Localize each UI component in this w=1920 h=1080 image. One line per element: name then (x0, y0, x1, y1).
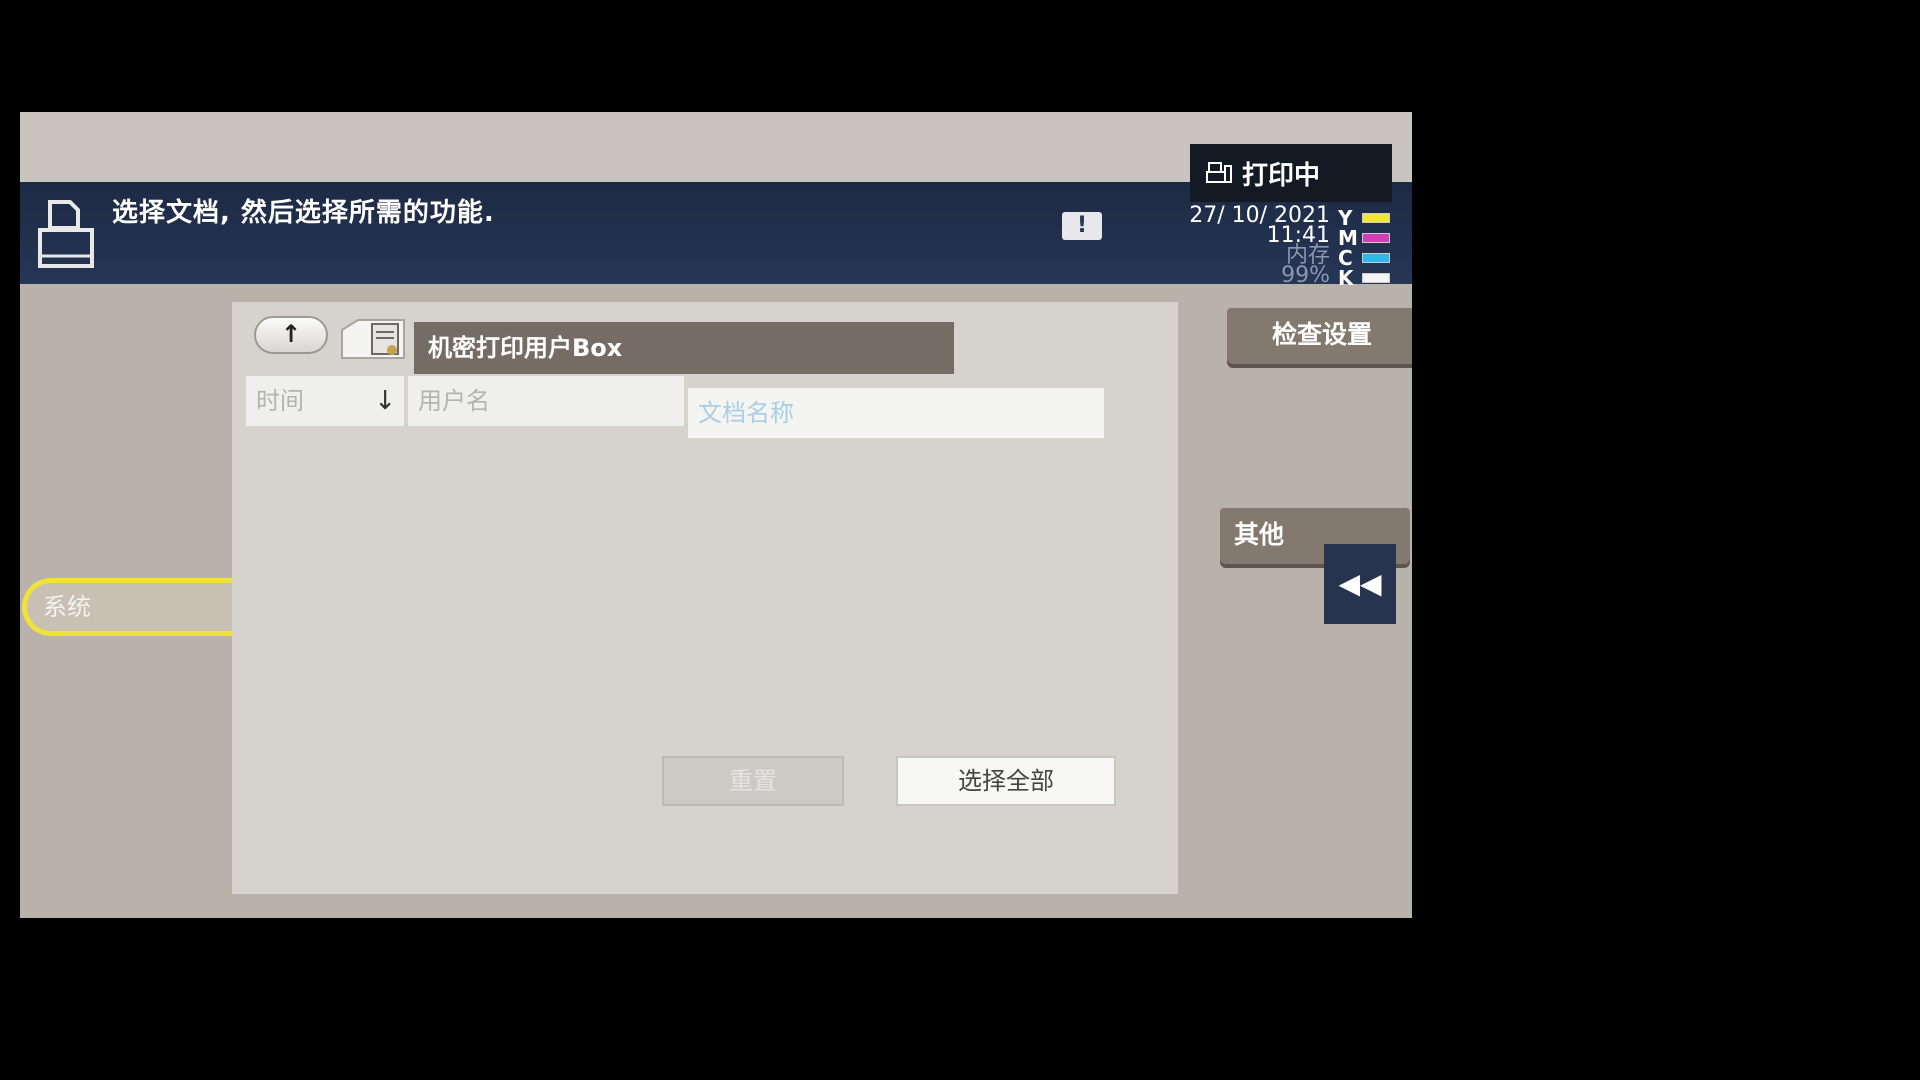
up-level-button[interactable]: ↑ (254, 316, 328, 354)
column-header-time[interactable]: 时间 ↓ (246, 376, 404, 426)
warning-icon[interactable]: ! (1062, 212, 1102, 240)
toner-bar-magenta (1362, 233, 1390, 243)
sort-down-icon: ↓ (374, 386, 396, 416)
instruction-message: 选择文档, 然后选择所需的功能. (112, 198, 495, 228)
toner-levels: Y M C K (1338, 206, 1408, 290)
check-settings-button[interactable]: 检查设置 (1227, 308, 1412, 364)
select-all-button[interactable]: 选择全部 (896, 756, 1116, 806)
toner-row-c: C (1338, 246, 1408, 270)
box-title: 机密打印用户Box (414, 322, 954, 374)
datetime-panel: 27/ 10/ 2021 11:41 内存 99% (1140, 205, 1330, 288)
column-header-label: 用户名 (418, 387, 490, 415)
user-box-icon (341, 319, 405, 359)
printing-status-label: 打印中 (1242, 160, 1321, 191)
toner-bar-yellow (1362, 213, 1390, 223)
column-header-label: 时间 (256, 387, 304, 415)
collapse-panel-button[interactable]: ◀◀ (1324, 544, 1396, 624)
device-screen: 选择文档, 然后选择所需的功能. ! 27/ 10/ 2021 11:41 内存… (20, 112, 1412, 918)
toner-bar-black (1362, 273, 1390, 283)
printer-icon (1206, 162, 1232, 183)
reset-button[interactable]: 重置 (662, 756, 844, 806)
toner-row-y: Y (1338, 206, 1408, 230)
job-status-tab[interactable]: 打印中 (1190, 144, 1392, 202)
sidebar-item-system[interactable]: 系统 (22, 578, 232, 636)
toner-row-m: M (1338, 226, 1408, 250)
memory-value: 99% (1281, 263, 1330, 288)
column-header-user-name[interactable]: 用户名 (408, 376, 684, 426)
column-header-document-name[interactable]: 文档名称 (688, 388, 1104, 438)
toner-letter: K (1338, 266, 1354, 290)
toner-row-k: K (1338, 266, 1408, 290)
toner-bar-cyan (1362, 253, 1390, 263)
column-header-label: 文档名称 (698, 399, 794, 427)
document-icon (38, 200, 94, 268)
